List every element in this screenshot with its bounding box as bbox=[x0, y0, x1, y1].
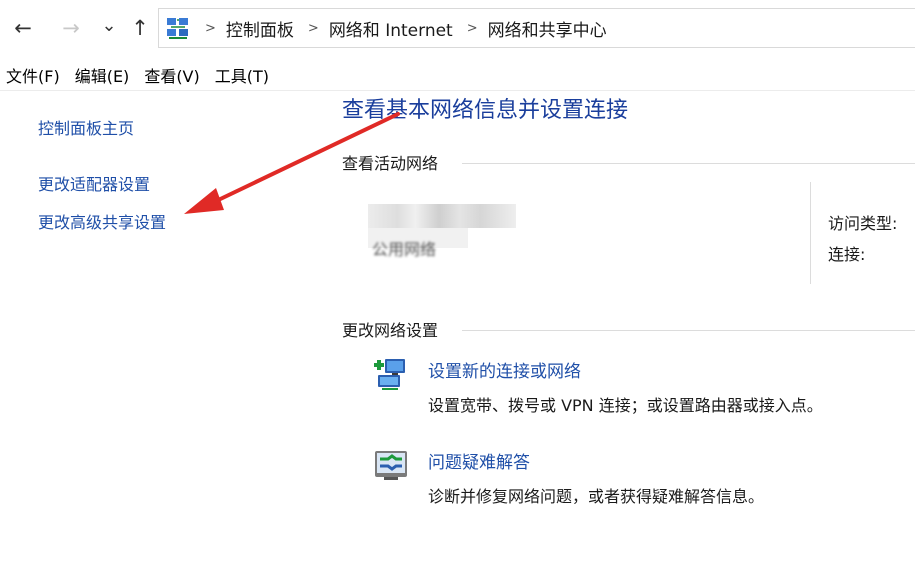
arrow-up-icon: ↑ bbox=[131, 16, 149, 40]
access-type-label: 访问类型: bbox=[828, 214, 898, 233]
section-divider bbox=[462, 330, 915, 331]
breadcrumb-network-sharing-center[interactable]: 网络和共享中心 bbox=[488, 16, 607, 41]
menu-tools[interactable]: 工具(T) bbox=[209, 63, 275, 87]
control-panel-icon bbox=[167, 18, 188, 39]
menu-bar: 文件(F) 编辑(E) 查看(V) 工具(T) bbox=[0, 60, 278, 90]
vertical-divider bbox=[810, 182, 811, 284]
new-connection-icon bbox=[374, 359, 405, 390]
forward-button[interactable]: → bbox=[58, 13, 84, 43]
breadcrumb-control-panel[interactable]: 控制面板 bbox=[226, 16, 294, 41]
menu-file[interactable]: 文件(F) bbox=[0, 63, 66, 87]
up-button[interactable]: ↑ bbox=[127, 13, 153, 43]
menu-edit[interactable]: 编辑(E) bbox=[69, 63, 136, 87]
breadcrumb-separator: > bbox=[205, 20, 216, 36]
chevron-down-icon: ⌄ bbox=[101, 14, 117, 36]
breadcrumb-separator: > bbox=[466, 20, 478, 36]
setup-new-connection-description: 设置宽带、拨号或 VPN 连接；或设置路由器或接入点。 bbox=[428, 396, 823, 415]
network-type-label: 公用网络 bbox=[372, 240, 437, 259]
control-panel-home-link[interactable]: 控制面板主页 bbox=[38, 115, 134, 139]
breadcrumb-separator: > bbox=[307, 20, 319, 36]
change-network-settings-heading: 更改网络设置 bbox=[342, 321, 439, 340]
troubleshoot-problems-link[interactable]: 问题疑难解答 bbox=[428, 448, 530, 473]
arrow-left-icon: ← bbox=[14, 16, 32, 40]
menu-view[interactable]: 查看(V) bbox=[138, 63, 205, 87]
troubleshoot-problems-description: 诊断并修复网络问题，或者获得疑难解答信息。 bbox=[428, 487, 765, 506]
page-title: 查看基本网络信息并设置连接 bbox=[342, 98, 629, 123]
back-button[interactable]: ← bbox=[10, 13, 36, 43]
arrow-right-icon: → bbox=[62, 16, 80, 40]
address-bar[interactable]: > 控制面板 > 网络和 Internet > 网络和共享中心 bbox=[158, 8, 915, 48]
section-divider bbox=[462, 163, 915, 164]
change-adapter-settings-link[interactable]: 更改适配器设置 bbox=[38, 171, 150, 195]
recent-locations-button[interactable]: ⌄ bbox=[96, 10, 122, 40]
connection-label: 连接: bbox=[828, 245, 866, 264]
menu-divider bbox=[0, 90, 915, 91]
setup-new-connection-link[interactable]: 设置新的连接或网络 bbox=[428, 357, 581, 382]
change-advanced-sharing-link[interactable]: 更改高级共享设置 bbox=[38, 209, 166, 233]
active-networks-heading: 查看活动网络 bbox=[342, 154, 439, 173]
breadcrumb-network-internet[interactable]: 网络和 Internet bbox=[329, 16, 453, 41]
troubleshoot-icon bbox=[375, 451, 407, 480]
navigation-bar: ← → ⌄ ↑ > 控制面板 > 网络和 Internet > 网络和共享中心 bbox=[0, 0, 915, 56]
